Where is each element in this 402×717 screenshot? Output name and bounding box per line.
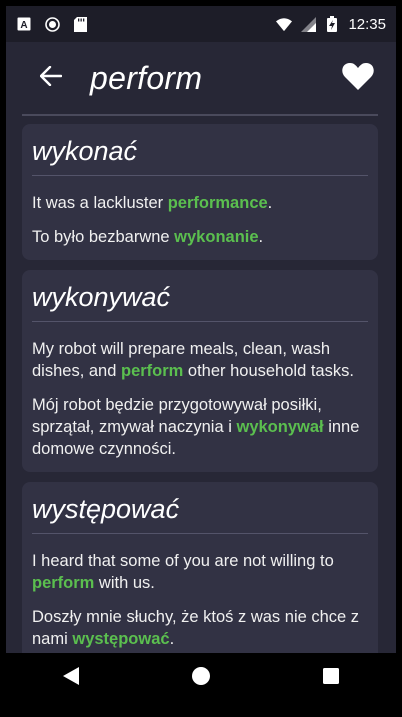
wifi-icon bbox=[276, 16, 293, 32]
status-left-icons: A bbox=[16, 16, 88, 32]
status-time: 12:35 bbox=[348, 15, 386, 33]
cellular-icon bbox=[300, 16, 316, 32]
highlighted-word: wykonanie bbox=[174, 228, 259, 246]
example-sentence-pl: Mój robot będzie przygotowywał posiłki, … bbox=[32, 394, 368, 460]
sentence-text: It was a lackluster bbox=[32, 194, 168, 212]
recents-square-icon bbox=[323, 667, 339, 689]
sentence-text: . bbox=[267, 194, 273, 212]
highlighted-word: perform bbox=[120, 362, 184, 380]
sd-card-icon bbox=[72, 16, 88, 32]
nav-recents-button[interactable] bbox=[301, 653, 361, 703]
sentence-text: . bbox=[169, 630, 175, 648]
status-right-icons: 12:35 bbox=[276, 16, 386, 33]
highlighted-word: wykonywał bbox=[236, 418, 324, 436]
translation-title: wykonywać bbox=[32, 276, 368, 322]
sentence-text: other household tasks. bbox=[183, 362, 354, 380]
sentence-text: with us. bbox=[94, 574, 155, 592]
system-nav-bar bbox=[6, 653, 396, 703]
translation-title: występować bbox=[32, 488, 368, 534]
favorite-button[interactable] bbox=[334, 54, 382, 102]
example-sentence-en: It was a lackluster performance. bbox=[32, 192, 368, 214]
highlighted-word: występować bbox=[72, 630, 170, 648]
example-sentence-pl: To było bezbarwne wykonanie. bbox=[32, 226, 368, 248]
translation-title: wykonać bbox=[32, 130, 368, 176]
home-circle-icon bbox=[192, 666, 210, 690]
translation-card: wykonywać My robot will prepare meals, c… bbox=[22, 270, 378, 472]
notification-a-icon: A bbox=[16, 16, 32, 32]
page-title: perform bbox=[90, 59, 203, 96]
device-frame-bottom bbox=[0, 703, 402, 717]
translations-list: wykonać It was a lackluster performance.… bbox=[22, 124, 378, 672]
nav-home-button[interactable] bbox=[171, 653, 231, 703]
nav-back-button[interactable] bbox=[41, 653, 101, 703]
translation-card: wykonać It was a lackluster performance.… bbox=[22, 124, 378, 260]
sentence-text: To było bezbarwne bbox=[32, 228, 175, 246]
app-bar: perform bbox=[6, 42, 396, 114]
header-divider bbox=[22, 114, 378, 116]
heart-icon bbox=[342, 62, 374, 95]
battery-charging-icon bbox=[324, 16, 340, 32]
example-sentence-en: My robot will prepare meals, clean, wash… bbox=[32, 338, 368, 382]
sentence-text: I heard that some of you are not willing… bbox=[32, 552, 334, 570]
back-button[interactable] bbox=[24, 51, 78, 105]
translation-card: występować I heard that some of you are … bbox=[22, 482, 378, 662]
record-icon bbox=[44, 16, 60, 32]
arrow-back-icon bbox=[39, 65, 63, 91]
example-sentence-pl: Doszły mnie słuchy, że ktoś z was nie ch… bbox=[32, 606, 368, 650]
device-frame-right bbox=[396, 0, 402, 717]
example-sentence-en: I heard that some of you are not willing… bbox=[32, 550, 368, 594]
svg-text:A: A bbox=[20, 20, 27, 31]
back-triangle-icon bbox=[63, 666, 79, 690]
highlighted-word: perform bbox=[32, 574, 95, 592]
status-bar: A 12:35 bbox=[6, 6, 396, 42]
sentence-text: . bbox=[258, 228, 264, 246]
highlighted-word: performance bbox=[167, 194, 268, 212]
